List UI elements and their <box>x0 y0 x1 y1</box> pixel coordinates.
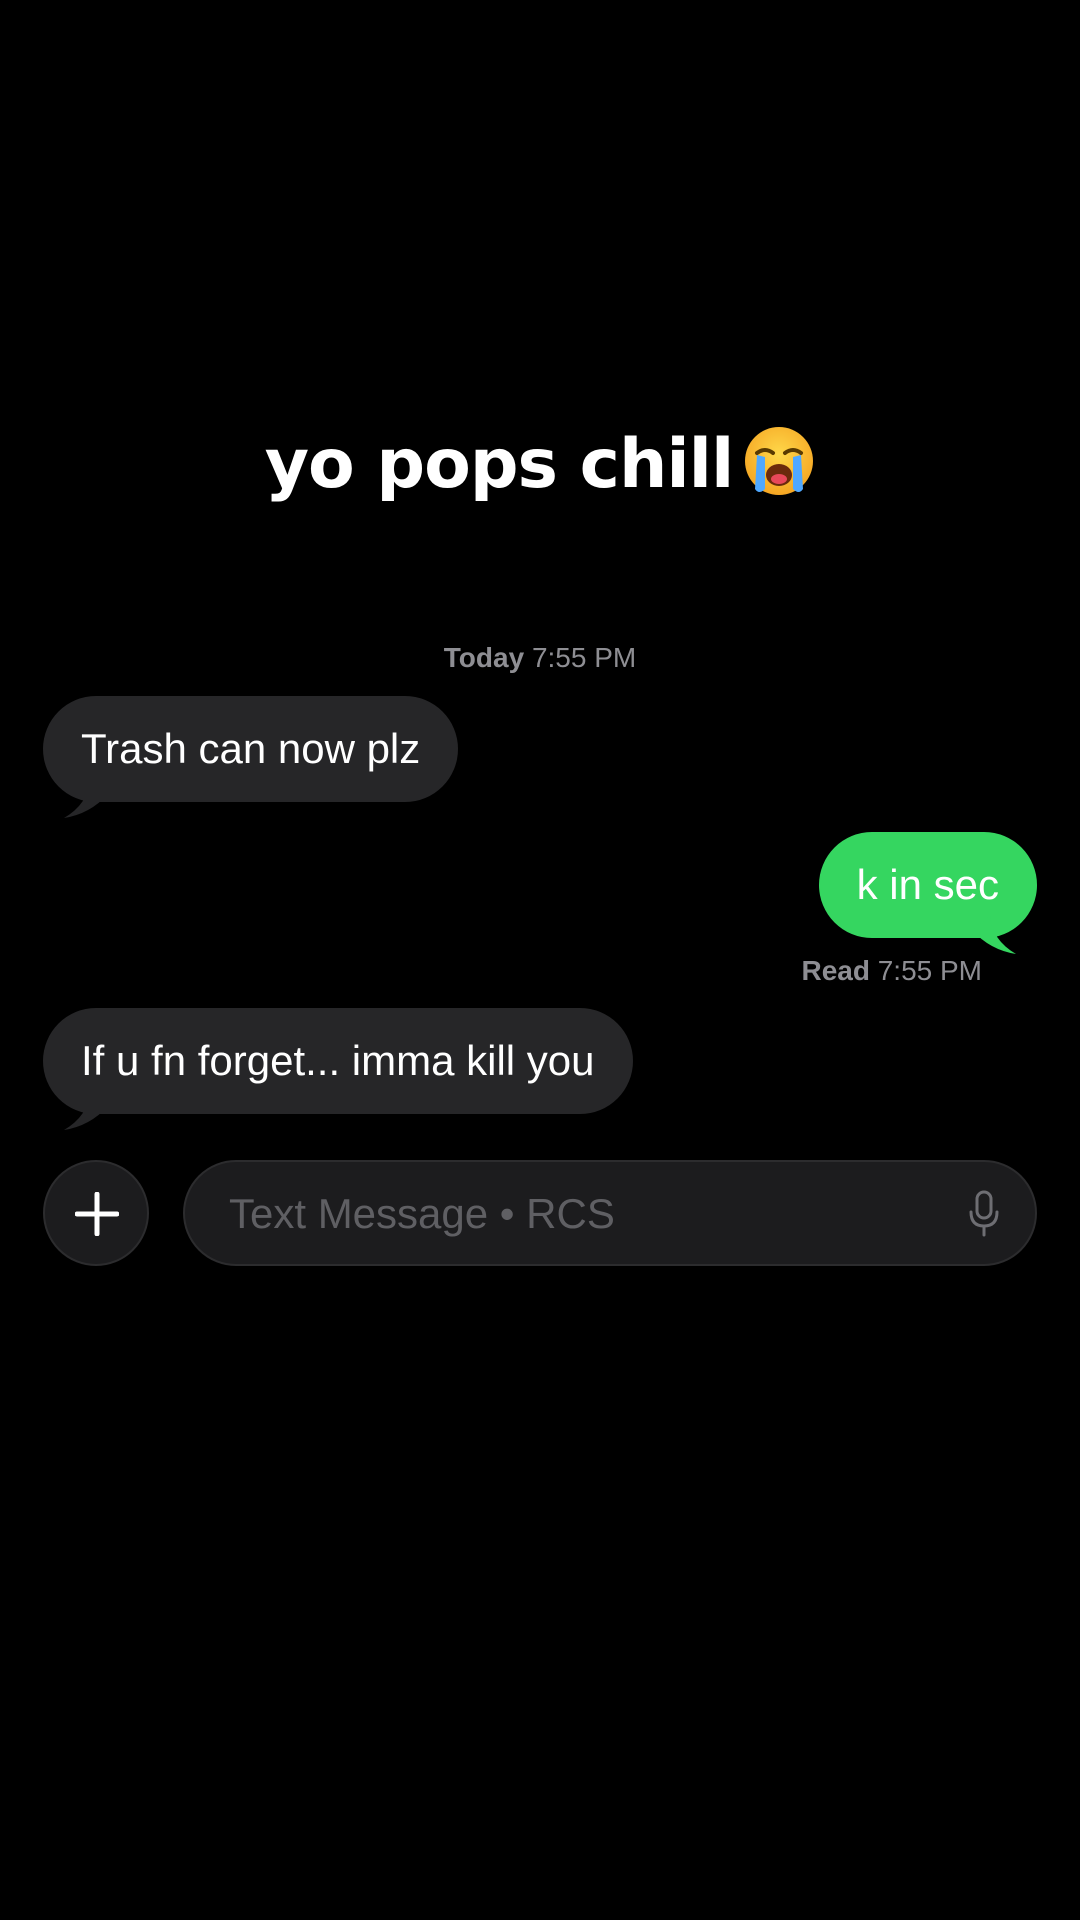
message-text: k in sec <box>856 861 999 908</box>
bubble-tail-icon <box>972 916 1016 954</box>
thread-timestamp: Today 7:55 PM <box>0 642 1080 674</box>
message-input[interactable] <box>227 1162 931 1266</box>
caption-text: yo pops chill <box>264 425 735 504</box>
message-text: If u fn forget... imma kill you <box>81 1037 595 1084</box>
timestamp-day: Today <box>443 642 525 673</box>
loudly-crying-face-icon <box>745 427 814 495</box>
plus-icon <box>75 1192 119 1236</box>
add-attachment-button[interactable] <box>43 1160 149 1266</box>
message-field[interactable] <box>183 1160 1037 1266</box>
message-composer <box>43 1160 1037 1268</box>
incoming-message-bubble[interactable]: If u fn forget... imma kill you <box>43 1008 633 1114</box>
read-label: Read <box>801 955 870 986</box>
read-time: 7:55 PM <box>877 955 982 986</box>
bubble-tail-icon <box>64 780 108 818</box>
timestamp-time: 7:55 PM <box>531 642 637 673</box>
read-receipt: Read 7:55 PM <box>801 955 982 987</box>
bubble-tail-icon <box>64 1092 108 1130</box>
caption-overlay: yo pops chill <box>0 420 1080 510</box>
microphone-icon[interactable] <box>967 1190 1001 1238</box>
message-text: Trash can now plz <box>81 725 421 772</box>
